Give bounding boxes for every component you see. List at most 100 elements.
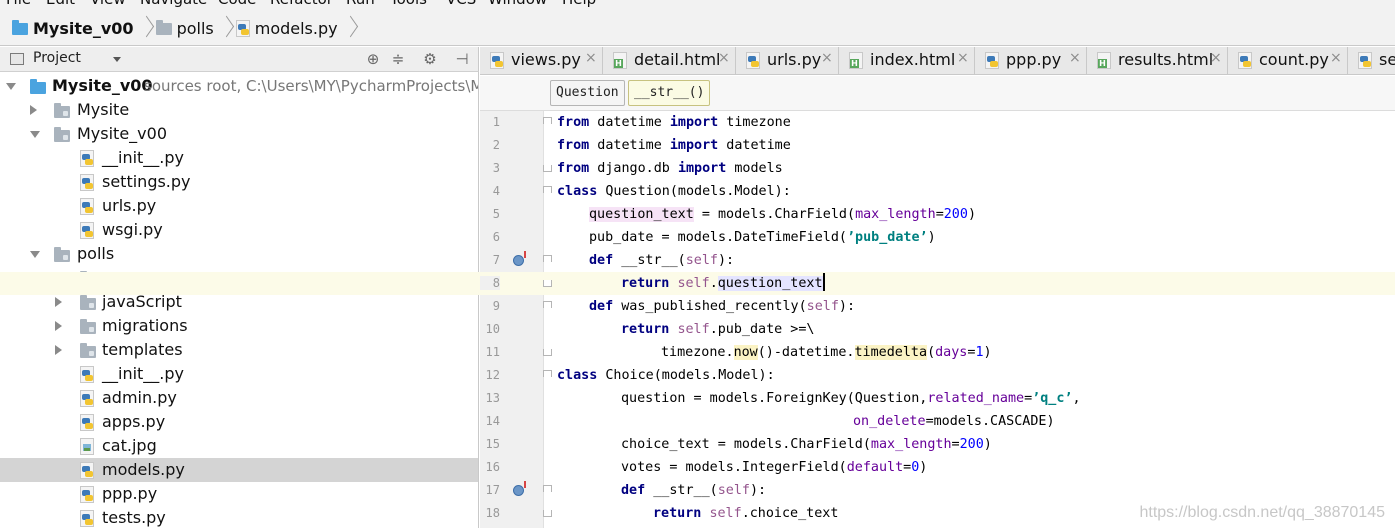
menu-help[interactable]: Help bbox=[562, 0, 596, 8]
code-line[interactable]: 15 choice_text = models.CharField(max_le… bbox=[0, 433, 1395, 456]
line-number: 2 bbox=[492, 138, 500, 152]
project-view-selector[interactable]: Project bbox=[33, 50, 81, 66]
watermark: https://blog.csdn.net/qq_38870145 bbox=[1139, 504, 1385, 521]
nav-crumb-polls[interactable]: polls bbox=[155, 12, 214, 46]
line-number: 8 bbox=[480, 276, 500, 290]
tab-label: views.py bbox=[511, 50, 581, 69]
editor-tab[interactable]: index.html× bbox=[839, 47, 975, 74]
editor-tab[interactable]: results.html× bbox=[1087, 47, 1228, 74]
menu-run[interactable]: Run bbox=[346, 0, 375, 8]
fold-start-icon[interactable] bbox=[543, 301, 552, 308]
code-line[interactable]: 14 on_delete=models.CASCADE) bbox=[0, 410, 1395, 433]
nav-crumb-label: models.py bbox=[254, 19, 338, 38]
tab-label: results.html bbox=[1118, 50, 1214, 69]
menu-window[interactable]: Window bbox=[488, 0, 547, 8]
code-line[interactable]: 5 question_text = models.CharField(max_l… bbox=[0, 203, 1395, 226]
line-number: 15 bbox=[485, 437, 500, 451]
close-icon[interactable]: × bbox=[1330, 50, 1342, 66]
code-text: class Choice(models.Model): bbox=[557, 368, 775, 383]
tab-label: detail.html bbox=[634, 50, 721, 69]
menu-edit[interactable]: Edit bbox=[46, 0, 75, 8]
tab-label: index.html bbox=[870, 50, 956, 69]
menu-vcs[interactable]: VCS bbox=[446, 0, 476, 8]
nav-crumb-label: Mysite_v00 bbox=[33, 19, 134, 38]
override-icon[interactable] bbox=[513, 251, 526, 266]
python-file-icon bbox=[490, 52, 504, 69]
hide-icon[interactable]: ⊣ bbox=[453, 50, 471, 68]
fold-end-icon[interactable] bbox=[543, 349, 552, 356]
close-icon[interactable]: × bbox=[718, 50, 730, 66]
fold-start-icon[interactable] bbox=[543, 485, 552, 492]
editor-tab[interactable]: count.py × bbox=[1228, 47, 1348, 74]
override-icon[interactable] bbox=[513, 481, 526, 496]
close-icon[interactable]: × bbox=[957, 50, 969, 66]
code-text: return self.question_text bbox=[621, 272, 825, 295]
editor-tab[interactable]: views.py × bbox=[480, 47, 603, 74]
fold-start-icon[interactable] bbox=[543, 117, 552, 124]
fold-end-icon[interactable] bbox=[543, 165, 552, 172]
python-file-icon bbox=[235, 20, 250, 37]
line-number: 17 bbox=[485, 483, 500, 497]
editor-tab[interactable]: se bbox=[1348, 47, 1395, 74]
code-line-current[interactable]: 8 return self.question_text bbox=[0, 272, 1395, 295]
editor-tab[interactable]: detail.html× bbox=[603, 47, 736, 74]
gear-icon[interactable]: ⚙ bbox=[421, 50, 439, 68]
code-line[interactable]: 16 votes = models.IntegerField(default=0… bbox=[0, 456, 1395, 479]
code-line[interactable]: 6 pub_date = models.DateTimeField(’pub_d… bbox=[0, 226, 1395, 249]
code-line[interactable]: 17 def __str__(self): bbox=[0, 479, 1395, 502]
tree-item-label: Mysite_v00 bbox=[52, 76, 153, 95]
menu-file[interactable]: File bbox=[6, 0, 31, 8]
editor-tabs: views.py×detail.html×urls.py×index.html×… bbox=[480, 47, 1395, 75]
editor-crumb-class[interactable]: Question bbox=[550, 80, 625, 106]
menu-refactor[interactable]: Refactor bbox=[270, 0, 333, 8]
expand-arrow-icon[interactable] bbox=[6, 83, 16, 90]
chevron-right-icon bbox=[140, 12, 150, 46]
code-text: on_delete=models.CASCADE) bbox=[853, 414, 1055, 429]
python-file-icon bbox=[1238, 52, 1252, 69]
target-icon[interactable]: ⊕ bbox=[364, 50, 382, 68]
close-icon[interactable]: × bbox=[1069, 50, 1081, 66]
code-line[interactable]: 9 def was_published_recently(self): bbox=[0, 295, 1395, 318]
menu-view[interactable]: View bbox=[90, 0, 126, 8]
code-line[interactable]: 4 class Question(models.Model): bbox=[0, 180, 1395, 203]
code-line[interactable]: 3 from django.db import models bbox=[0, 157, 1395, 180]
collapse-icon[interactable]: ≑ bbox=[389, 50, 407, 68]
line-number: 9 bbox=[492, 299, 500, 313]
editor-crumb-method[interactable]: __str__() bbox=[628, 80, 711, 106]
editor-tab[interactable]: urls.py × bbox=[736, 47, 839, 74]
line-number: 1 bbox=[492, 115, 500, 129]
code-text: pub_date = models.DateTimeField(’pub_dat… bbox=[589, 230, 936, 245]
code-text: from django.db import models bbox=[557, 161, 783, 176]
menu-code[interactable]: Code bbox=[218, 0, 256, 8]
editor-tab[interactable]: ppp.py × bbox=[975, 47, 1087, 74]
code-text: question_text = models.CharField(max_len… bbox=[589, 207, 976, 222]
line-number: 3 bbox=[492, 161, 500, 175]
fold-start-icon[interactable] bbox=[543, 255, 552, 262]
code-text: from datetime import timezone bbox=[557, 115, 791, 130]
nav-crumb-project[interactable]: Mysite_v00 bbox=[12, 12, 134, 46]
code-line[interactable]: 11 timezone.now()-datetime.timedelta(day… bbox=[0, 341, 1395, 364]
fold-start-icon[interactable] bbox=[543, 370, 552, 377]
code-line[interactable]: 1 from datetime import timezone bbox=[0, 111, 1395, 134]
line-number: 7 bbox=[492, 253, 500, 267]
fold-end-icon[interactable] bbox=[543, 280, 552, 287]
close-icon[interactable]: × bbox=[1210, 50, 1222, 66]
fold-start-icon[interactable] bbox=[543, 186, 552, 193]
python-file-icon bbox=[746, 52, 760, 69]
code-line[interactable]: 13 question = models.ForeignKey(Question… bbox=[0, 387, 1395, 410]
nav-crumb-models[interactable]: models.py bbox=[235, 12, 338, 46]
code-line[interactable]: 12 class Choice(models.Model): bbox=[0, 364, 1395, 387]
close-icon[interactable]: × bbox=[821, 50, 833, 66]
code-line[interactable]: 10 return self.pub_date >=\ bbox=[0, 318, 1395, 341]
tree-item-root[interactable]: Mysite_v00 sources root, C:\Users\MY\Pyc… bbox=[0, 74, 478, 98]
line-number: 18 bbox=[485, 506, 500, 520]
code-line[interactable]: 2 from datetime import datetime bbox=[0, 134, 1395, 157]
caret-down-icon[interactable] bbox=[113, 57, 121, 62]
code-line[interactable]: 7 def __str__(self): bbox=[0, 249, 1395, 272]
menu-navigate[interactable]: Navigate bbox=[140, 0, 207, 8]
close-icon[interactable]: × bbox=[585, 50, 597, 66]
line-number: 6 bbox=[492, 230, 500, 244]
fold-end-icon[interactable] bbox=[543, 510, 552, 517]
menu-tools[interactable]: Tools bbox=[390, 0, 427, 8]
line-number: 12 bbox=[485, 368, 500, 382]
